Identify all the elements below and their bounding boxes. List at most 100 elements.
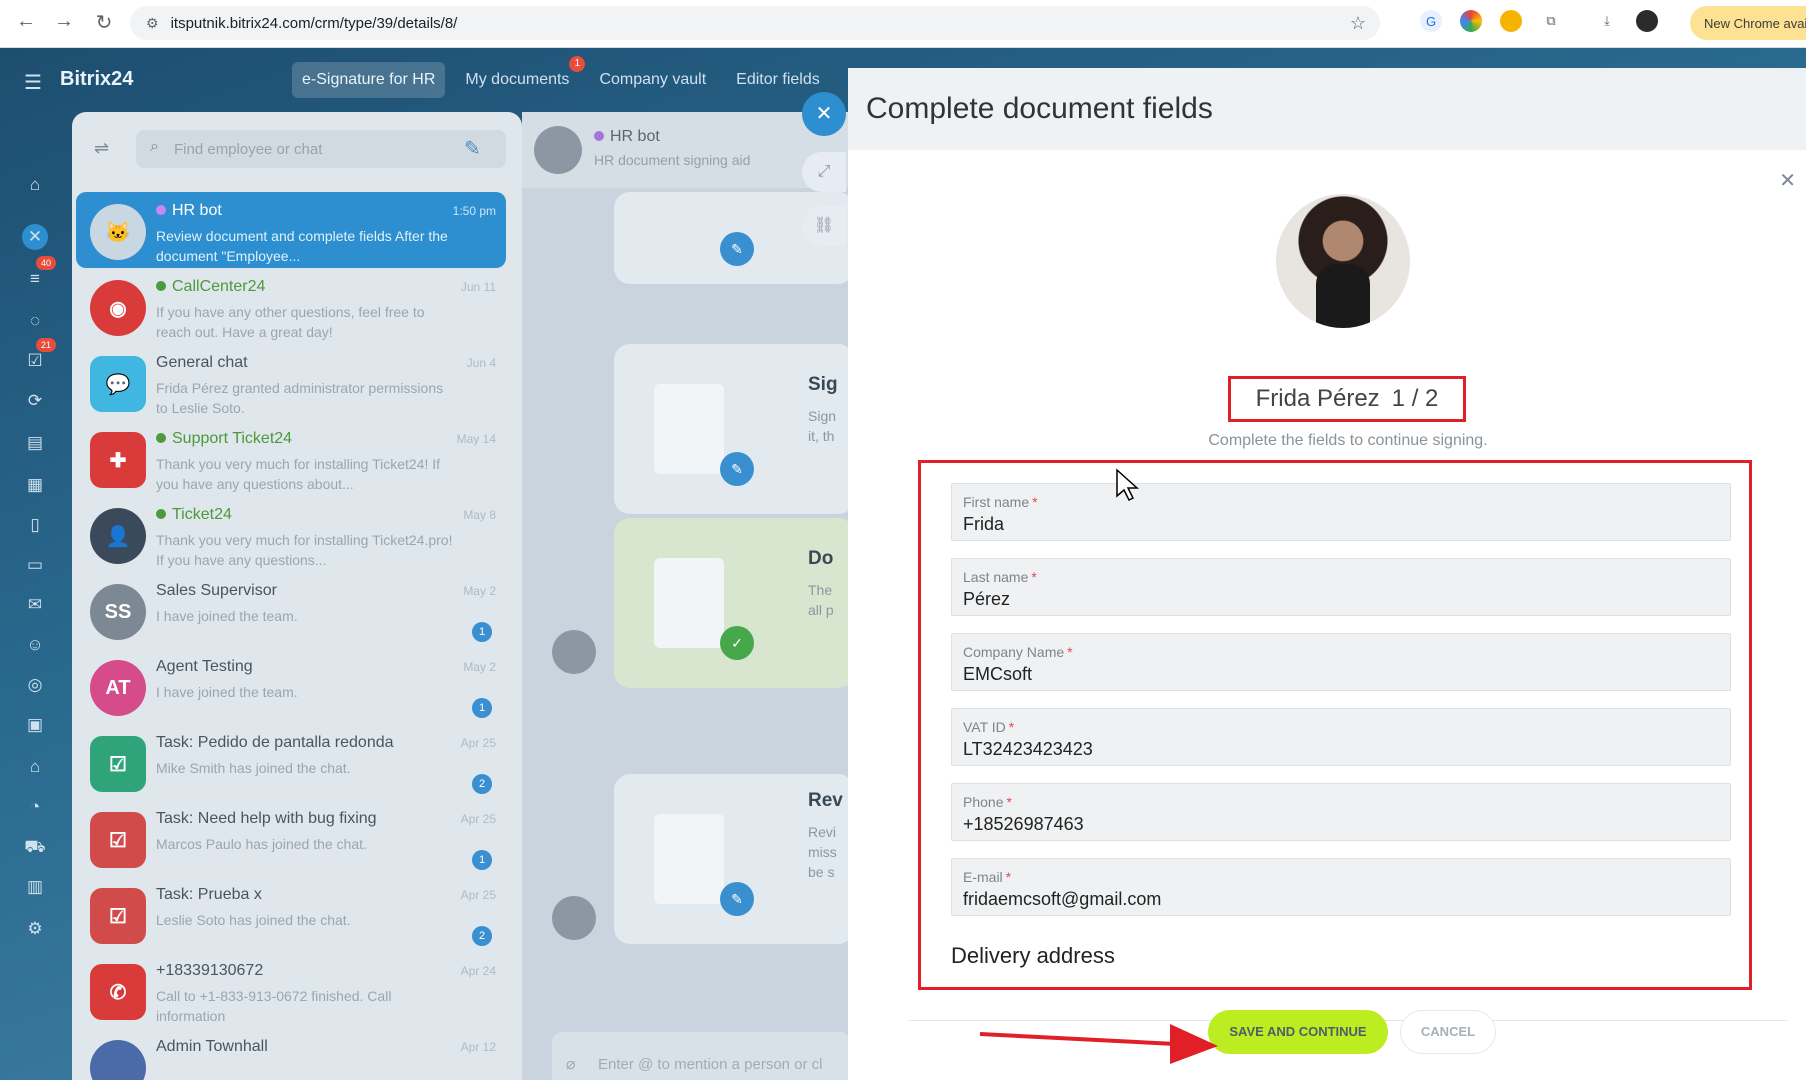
field-value: Pérez xyxy=(963,589,1011,609)
mail-icon[interactable]: ✉ xyxy=(22,592,48,618)
calendar-icon[interactable]: ▦ xyxy=(22,472,48,498)
marketing-icon[interactable]: ◔ xyxy=(22,794,48,820)
card-text: all p xyxy=(808,602,834,618)
check-icon: ✓ xyxy=(720,626,754,660)
phone-field[interactable]: Phone * +18526987463 xyxy=(951,783,1731,841)
top-tabs: e-Signature for HR My documents 1 Company… xyxy=(292,56,830,98)
new-chrome-available-button[interactable]: New Chrome avai xyxy=(1690,6,1806,40)
bot-avatar xyxy=(552,896,596,940)
bi-icon[interactable]: ▣ xyxy=(22,712,48,738)
profile-figure xyxy=(1316,264,1370,328)
chat-item-task-prueba[interactable]: ☑ Task: Prueba x Leslie Soto has joined … xyxy=(76,876,506,952)
dialog-name: HR bot xyxy=(610,128,660,145)
drive-icon[interactable]: ▯ xyxy=(22,512,48,538)
crm-icon[interactable]: ⟳ xyxy=(22,388,48,414)
forward-icon[interactable]: → xyxy=(44,10,84,33)
color-wheel-icon[interactable] xyxy=(1460,10,1482,32)
documents-icon[interactable]: ▤ xyxy=(22,430,48,456)
target-icon[interactable]: ◎ xyxy=(22,672,48,698)
cancel-button[interactable]: CANCEL xyxy=(1400,1010,1496,1054)
reports-icon[interactable]: ▥ xyxy=(22,874,48,900)
tab-editor-fields[interactable]: Editor fields xyxy=(726,62,830,98)
back-icon[interactable]: ← xyxy=(6,10,46,33)
extension-flame-icon[interactable] xyxy=(1500,10,1522,32)
chat-preview: Review document and complete fields Afte… xyxy=(156,228,448,264)
document-icon xyxy=(654,814,724,904)
chat-item-admin-townhall[interactable]: Admin Townhall Apr 12 xyxy=(76,1028,506,1080)
site-settings-icon[interactable]: ⚙ xyxy=(146,15,159,32)
document-icon xyxy=(654,384,724,474)
field-label: VAT ID xyxy=(963,719,1006,735)
download-icon[interactable]: ⤓ xyxy=(1596,10,1618,32)
tab-e-signature[interactable]: e-Signature for HR xyxy=(292,62,446,98)
card-icon[interactable]: ▭ xyxy=(22,552,48,578)
extension-icon[interactable]: G xyxy=(1420,10,1442,32)
chat-list-panel: ⇌ ⌕ Find employee or chat ✎ 🐱 HR bot Rev… xyxy=(72,112,522,1080)
chat-preview: Marcos Paulo has joined the chat. xyxy=(156,836,367,852)
shop-icon[interactable]: ⛟ xyxy=(22,834,48,860)
vat-id-field[interactable]: VAT ID * LT32423423423 xyxy=(951,708,1731,766)
tab-company-vault[interactable]: Company vault xyxy=(589,62,716,98)
chat-name: Task: Pedido de pantalla redonda xyxy=(156,734,394,751)
address-bar[interactable]: ⚙ itsputnik.bitrix24.com/crm/type/39/det… xyxy=(130,6,1380,40)
close-icon[interactable]: ✕ xyxy=(1779,168,1796,193)
url-text: itsputnik.bitrix24.com/crm/type/39/detai… xyxy=(170,14,458,32)
attach-icon[interactable]: ⌀ xyxy=(566,1054,576,1074)
chat-name: Task: Prueba x xyxy=(156,886,262,903)
chat-item-general[interactable]: 💬 General chat Frida Pérez granted admin… xyxy=(76,344,506,420)
chat-item-task-pedido[interactable]: ☑ Task: Pedido de pantalla redonda Mike … xyxy=(76,724,506,800)
chat-preview: Thank you very much for installing Ticke… xyxy=(156,456,441,492)
chat-name: +18339130672 xyxy=(156,962,264,979)
tab-my-documents[interactable]: My documents 1 xyxy=(455,56,586,98)
chat-item-task-bug-fixing[interactable]: ☑ Task: Need help with bug fixing Marcos… xyxy=(76,800,506,876)
filter-icon[interactable]: ⇌ xyxy=(94,138,109,159)
message-input[interactable]: ⌀ Enter @ to mention a person or cl xyxy=(552,1032,850,1080)
inventory-icon[interactable]: ⌂ xyxy=(22,754,48,780)
messenger-icon[interactable]: ✕ xyxy=(22,224,48,250)
signer-name-box: Frida Pérez 1 / 2 xyxy=(1228,376,1466,422)
chat-item-ticket24[interactable]: 👤 Ticket24 Thank you very much for insta… xyxy=(76,496,506,572)
copy-link-icon[interactable]: ⛓ xyxy=(802,206,846,246)
puzzle-icon[interactable]: ⧉ xyxy=(1540,10,1562,32)
first-name-field[interactable]: First name * Frida xyxy=(951,483,1731,541)
new-chat-icon[interactable]: ✎ xyxy=(464,136,481,161)
document-icon xyxy=(654,558,724,648)
avatar xyxy=(90,1040,146,1080)
employees-icon[interactable]: ☺ xyxy=(22,632,48,658)
chat-item-phone-call[interactable]: ✆ +18339130672 Call to +1-833-913-0672 f… xyxy=(76,952,506,1028)
bookmark-star-icon[interactable]: ☆ xyxy=(1350,13,1366,34)
chat-item-agent-testing[interactable]: AT Agent Testing I have joined the team.… xyxy=(76,648,506,724)
card-text: Revi xyxy=(808,824,837,840)
bot-avatar xyxy=(534,126,582,174)
save-and-continue-button[interactable]: SAVE AND CONTINUE xyxy=(1208,1010,1388,1054)
signer-step: 1 / 2 xyxy=(1391,385,1439,412)
chat-item-support-ticket24[interactable]: ✚ Support Ticket24 Thank you very much f… xyxy=(76,420,506,496)
open-new-window-icon[interactable]: ⤢ xyxy=(802,152,846,192)
card-title: Rev xyxy=(808,790,843,811)
reload-icon[interactable]: ↻ xyxy=(84,10,124,35)
email-field[interactable]: E-mail * fridaemcsoft@gmail.com xyxy=(951,858,1731,916)
close-slider-button[interactable]: ✕ xyxy=(802,92,846,136)
menu-icon[interactable]: ☰ xyxy=(24,70,42,95)
last-name-field[interactable]: Last name * Pérez xyxy=(951,558,1731,616)
unread-count: 1 xyxy=(472,850,492,870)
field-label: First name xyxy=(963,494,1030,510)
search-icon: ⌕ xyxy=(150,138,159,155)
home-icon[interactable]: ⌂ xyxy=(22,172,48,198)
chat-icon[interactable]: ◌ xyxy=(22,308,48,334)
chat-name: Agent Testing xyxy=(156,658,253,675)
profile-avatar[interactable] xyxy=(1636,10,1658,32)
unread-count: 1 xyxy=(472,622,492,642)
chat-item-callcenter24[interactable]: ◉ CallCenter24 If you have any other que… xyxy=(76,268,506,344)
chat-date: May 2 xyxy=(463,584,496,598)
chat-item-hr-bot[interactable]: 🐱 HR bot Review document and complete fi… xyxy=(76,192,506,268)
bot-avatar xyxy=(552,630,596,674)
company-name-field[interactable]: Company Name * EMCsoft xyxy=(951,633,1731,691)
chat-date: Apr 25 xyxy=(460,888,496,902)
chat-name: HR bot xyxy=(172,202,222,219)
task-icon: ☑ xyxy=(90,812,146,868)
chat-preview: Frida Pérez granted administrator permis… xyxy=(156,380,444,416)
chat-date: May 14 xyxy=(456,432,496,446)
settings-icon[interactable]: ⚙ xyxy=(22,916,48,942)
chat-item-sales-supervisor[interactable]: SS Sales Supervisor I have joined the te… xyxy=(76,572,506,648)
